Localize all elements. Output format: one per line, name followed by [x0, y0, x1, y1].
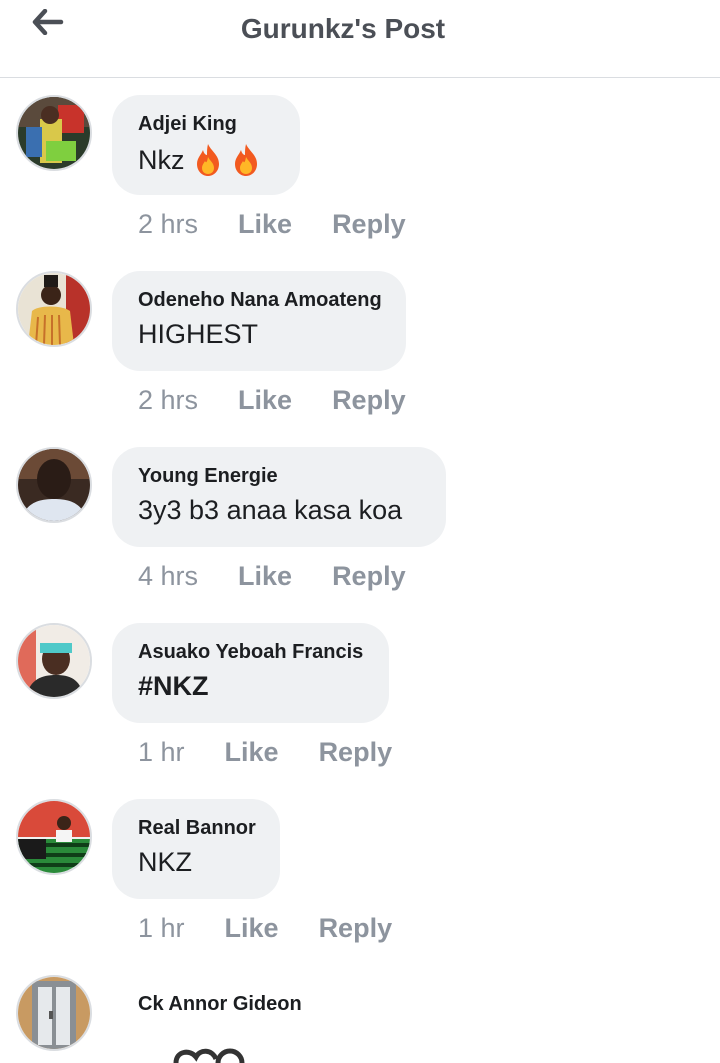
top-bar: Gurunkz's Post — [0, 0, 720, 78]
reply-button[interactable]: Reply — [319, 913, 393, 944]
avatar[interactable] — [16, 799, 92, 875]
comment-actions: 2 hrs Like Reply — [138, 385, 406, 416]
avatar[interactable] — [16, 975, 92, 1051]
comment-time[interactable]: 1 hr — [138, 737, 185, 768]
like-button[interactable]: Like — [225, 737, 279, 768]
comment-item: Ck Annor Gideon — [0, 975, 720, 1063]
comment-item: Real Bannor NKZ 1 hr Like Reply — [0, 799, 720, 975]
comment-actions: 2 hrs Like Reply — [138, 209, 406, 240]
avatar[interactable] — [16, 95, 92, 171]
like-button[interactable]: Like — [238, 209, 292, 240]
comment-time[interactable]: 2 hrs — [138, 209, 198, 240]
comment-text-value: Nkz — [138, 144, 185, 175]
avatar[interactable] — [16, 271, 92, 347]
comment-text: Nkz — [138, 143, 261, 177]
comment-item: Young Energie 3y3 b3 anaa kasa koa 4 hrs… — [0, 447, 720, 623]
sticker-image — [172, 1047, 248, 1063]
like-button[interactable]: Like — [225, 913, 279, 944]
fire-icon — [193, 143, 223, 177]
avatar[interactable] — [16, 447, 92, 523]
fire-icon — [231, 143, 261, 177]
reply-button[interactable]: Reply — [332, 385, 406, 416]
comment-time[interactable]: 4 hrs — [138, 561, 198, 592]
comment-time[interactable]: 1 hr — [138, 913, 185, 944]
like-button[interactable]: Like — [238, 561, 292, 592]
comment-bubble[interactable]: Asuako Yeboah Francis #NKZ — [112, 623, 389, 723]
like-button[interactable]: Like — [238, 385, 292, 416]
comment-time[interactable]: 2 hrs — [138, 385, 198, 416]
comment-item: Adjei King Nkz 2 hrs Like Reply — [0, 95, 720, 271]
comment-author[interactable]: Young Energie — [138, 465, 278, 488]
comment-item: Odeneho Nana Amoateng HIGHEST 2 hrs Like… — [0, 271, 720, 447]
comment-author[interactable]: Ck Annor Gideon — [138, 993, 302, 1016]
comment-bubble[interactable]: Real Bannor NKZ — [112, 799, 280, 899]
comment-actions: 1 hr Like Reply — [138, 913, 392, 944]
comment-author[interactable]: Adjei King — [138, 113, 237, 136]
comment-item: Asuako Yeboah Francis #NKZ 1 hr Like Rep… — [0, 623, 720, 799]
comment-author[interactable]: Odeneho Nana Amoateng — [138, 289, 382, 312]
comment-bubble[interactable]: Odeneho Nana Amoateng HIGHEST — [112, 271, 406, 371]
comment-author[interactable]: Asuako Yeboah Francis — [138, 641, 363, 664]
comment-actions: 4 hrs Like Reply — [138, 561, 406, 592]
reply-button[interactable]: Reply — [332, 561, 406, 592]
comment-bubble[interactable]: Adjei King Nkz — [112, 95, 300, 195]
page-title: Gurunkz's Post — [240, 13, 446, 44]
comment-bubble[interactable]: Young Energie 3y3 b3 anaa kasa koa — [112, 447, 446, 547]
comment-text: NKZ — [138, 847, 192, 877]
comment-text: 3y3 b3 anaa kasa koa — [138, 495, 403, 525]
avatar[interactable] — [16, 623, 92, 699]
reply-button[interactable]: Reply — [319, 737, 393, 768]
comment-actions: 1 hr Like Reply — [138, 737, 392, 768]
comment-author[interactable]: Real Bannor — [138, 817, 256, 840]
reply-button[interactable]: Reply — [332, 209, 406, 240]
comment-text: HIGHEST — [138, 319, 259, 349]
comment-text: #NKZ — [138, 671, 209, 701]
